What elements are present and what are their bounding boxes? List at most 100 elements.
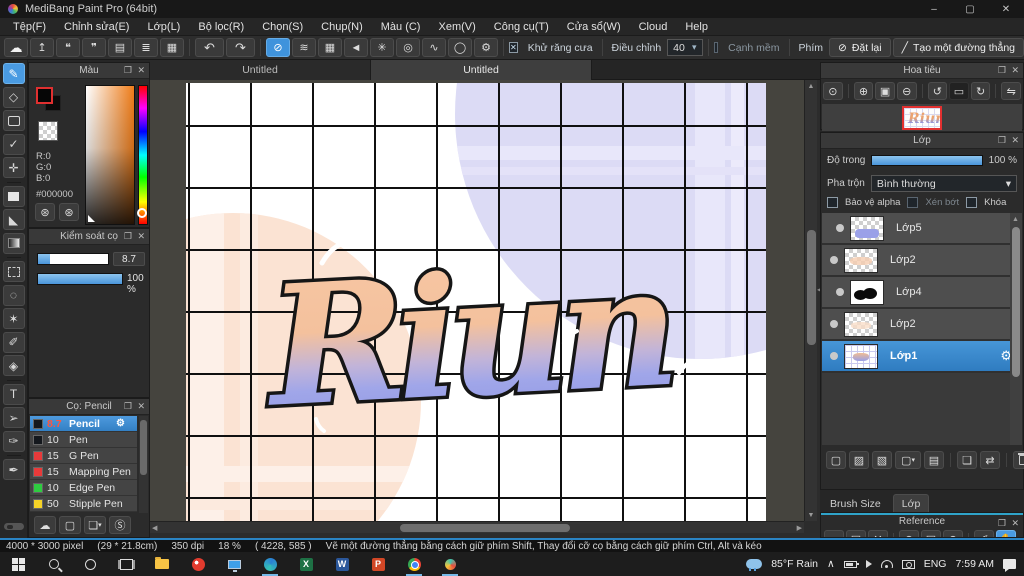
powerpoint-button[interactable]: P — [360, 552, 396, 576]
battery-icon[interactable] — [843, 560, 859, 568]
fill-rect-tool[interactable] — [2, 185, 25, 207]
menu-tools[interactable]: Công cụ(T) — [485, 21, 558, 33]
strip-size-slider[interactable] — [3, 523, 24, 530]
new-layer-button[interactable]: ▢ — [826, 451, 846, 469]
clock[interactable]: 7:59 AM — [955, 558, 994, 570]
chrome-button[interactable] — [396, 552, 432, 576]
maximize-button[interactable]: ▢ — [952, 0, 988, 18]
layer-row-4[interactable]: Lớp4 — [822, 277, 1022, 309]
shape-tool[interactable] — [2, 110, 25, 131]
snap-settings-button[interactable]: ⚙ — [474, 38, 498, 57]
redo-button[interactable]: ↷ — [226, 38, 255, 57]
comment-button[interactable]: ❝ — [56, 38, 80, 57]
tray-expand-icon[interactable]: ∧ — [827, 558, 835, 570]
menu-help[interactable]: Help — [676, 21, 717, 33]
close-icon[interactable]: ✕ — [137, 401, 145, 412]
material-button[interactable]: ▦ — [160, 38, 184, 57]
brush-row-stipple-pen[interactable]: 50 Stipple Pen — [30, 496, 137, 512]
layer-row-2b[interactable]: Lớp2 — [822, 309, 1022, 341]
menu-window[interactable]: Cửa sổ(W) — [558, 21, 630, 33]
reference-fit-button[interactable]: ▣ — [921, 530, 941, 537]
zoom-reset-button[interactable]: ⊙ — [823, 82, 843, 100]
menu-cloud[interactable]: Cloud — [630, 21, 677, 33]
close-button[interactable]: ✕ — [988, 0, 1024, 18]
vertical-scrollbar[interactable]: ▲ ▼ — [804, 80, 817, 521]
gradient-tool[interactable] — [2, 232, 25, 254]
file-explorer-button[interactable] — [144, 552, 180, 576]
reference-picker-button[interactable]: ✐ — [974, 530, 994, 537]
reset-button[interactable]: ⊘ Đặt lại — [829, 38, 891, 57]
memo-button[interactable]: ❞ — [82, 38, 106, 57]
edge-button[interactable] — [252, 552, 288, 576]
brush-cloud-button[interactable]: ☁ — [34, 516, 56, 534]
reference-open-button[interactable]: ▤ — [846, 530, 866, 537]
visibility-dot-icon[interactable] — [836, 288, 844, 296]
soft-edge-checkbox[interactable] — [713, 42, 719, 53]
foreground-color-swatch[interactable] — [36, 87, 53, 104]
brush-size-slider[interactable] — [37, 253, 109, 265]
divide-tool[interactable]: ✑ — [2, 430, 25, 452]
transparent-color-swatch[interactable] — [38, 121, 58, 141]
volume-icon[interactable] — [865, 560, 872, 568]
list-button[interactable]: ≣ — [134, 38, 158, 57]
tray-app-icon[interactable] — [901, 559, 915, 569]
scroll-right-icon[interactable]: ▶ — [797, 522, 802, 534]
select-eraser-tool[interactable]: ◈ — [2, 355, 25, 376]
menu-color[interactable]: Màu (C) — [372, 21, 430, 33]
minimize-button[interactable]: – — [916, 0, 952, 18]
visibility-dot-icon[interactable] — [830, 320, 838, 328]
layer-row-2a[interactable]: Lớp2 — [822, 245, 1022, 277]
scroll-down-icon[interactable]: ▼ — [808, 509, 815, 521]
cortana-button[interactable] — [72, 552, 108, 576]
visibility-dot-icon[interactable] — [836, 224, 844, 232]
popout-icon[interactable]: ❐ — [124, 401, 132, 412]
snap-concentric-button[interactable]: ◎ — [396, 38, 420, 57]
bucket-tool[interactable]: ◣ — [2, 209, 25, 230]
display-app-button[interactable] — [216, 552, 252, 576]
close-icon[interactable]: ✕ — [137, 231, 145, 242]
reference-hand-button[interactable]: ✋ — [996, 530, 1016, 537]
navigator-preview[interactable]: Riun — [822, 104, 1022, 131]
antialias-checkbox[interactable]: ✕ — [509, 42, 518, 53]
visibility-dot-icon[interactable] — [830, 352, 838, 360]
menu-select[interactable]: Chọn(S) — [253, 21, 312, 33]
popout-icon[interactable]: ❐ — [124, 65, 132, 76]
palette-button[interactable]: ⊛ — [35, 203, 55, 221]
select-rect-tool[interactable] — [2, 261, 25, 282]
word-button[interactable]: W — [324, 552, 360, 576]
blend-mode-dropdown[interactable]: Bình thường ▾ — [870, 175, 1017, 192]
menu-edit[interactable]: Chỉnh sửa(E) — [55, 21, 138, 33]
fit-screen-button[interactable]: ▣ — [875, 82, 895, 100]
brush-row-pencil[interactable]: 8.7 Pencil ⚙ — [30, 416, 137, 432]
delete-layer-button[interactable] — [1013, 451, 1024, 469]
start-button[interactable] — [0, 552, 36, 576]
snap-curve-button[interactable]: ∿ — [422, 38, 446, 57]
flip-view-button[interactable]: ⇋ — [1001, 82, 1021, 100]
language-indicator[interactable]: ENG — [924, 558, 947, 570]
menu-layer[interactable]: Lớp(L) — [138, 21, 189, 33]
snap-grid-button[interactable]: ▦ — [318, 38, 342, 57]
medibang-taskbar-button[interactable] — [432, 552, 468, 576]
saturation-value-picker[interactable] — [85, 85, 135, 225]
snap-vanishing-button[interactable]: ◄ — [344, 38, 368, 57]
reference-zoom-out-button[interactable]: ⊖ — [943, 530, 963, 537]
red-app-button[interactable] — [180, 552, 216, 576]
zoom-out-button[interactable]: ⊖ — [896, 82, 917, 100]
reference-zoom-in-button[interactable]: ⊕ — [899, 530, 919, 537]
new-folder-button[interactable]: ▤ — [924, 451, 944, 469]
close-icon[interactable]: ✕ — [1011, 135, 1019, 146]
canvas-viewport[interactable]: Riun — [150, 80, 804, 521]
close-icon[interactable]: ✕ — [137, 65, 145, 76]
cloud-button[interactable]: ☁ — [4, 38, 28, 57]
brush-opacity-slider[interactable] — [37, 273, 123, 285]
rotate-reset-button[interactable]: ▭ — [949, 82, 969, 100]
menu-filter[interactable]: Bộ lọc(R) — [189, 21, 253, 33]
magic-wand-tool[interactable]: ✶ — [2, 308, 25, 329]
weather-icon[interactable] — [746, 559, 763, 571]
layer-opacity-slider[interactable] — [871, 155, 983, 166]
brush-row-pen[interactable]: 10 Pen — [30, 432, 137, 448]
popout-icon[interactable]: ❐ — [124, 231, 132, 242]
layer-list-scrollbar[interactable]: ▲ — [1010, 213, 1022, 445]
weather-text[interactable]: 85°F Rain — [771, 558, 818, 570]
scroll-up-icon[interactable]: ▲ — [1012, 213, 1019, 225]
